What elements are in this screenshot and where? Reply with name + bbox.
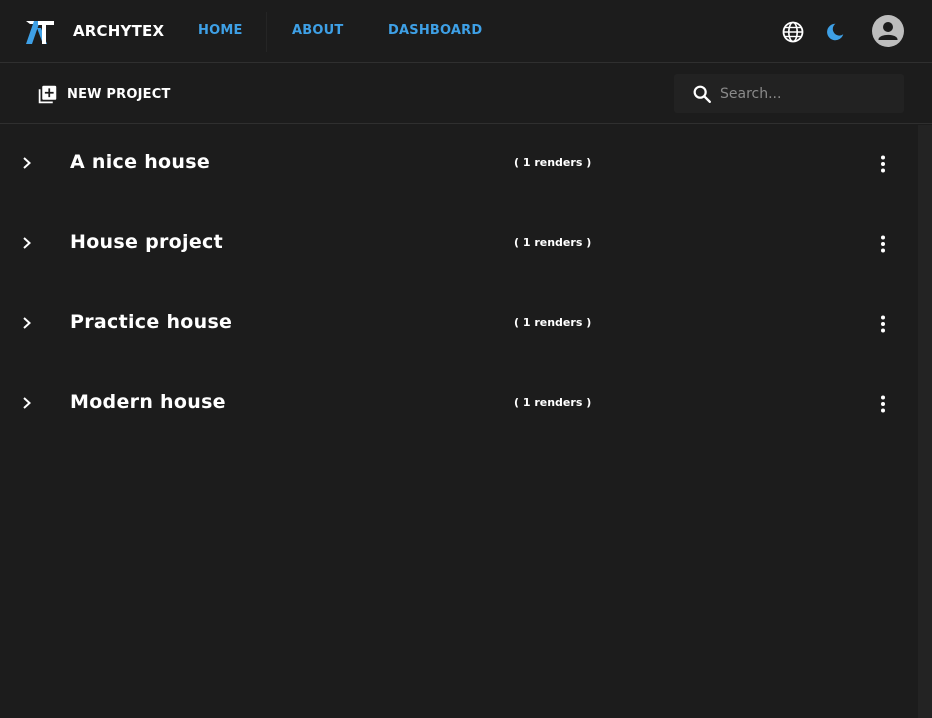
more-vert-icon[interactable] [871,232,895,256]
globe-icon [782,21,804,43]
scrollbar-track[interactable] [918,125,932,718]
search-box[interactable] [674,74,904,113]
more-vert-icon[interactable] [871,392,895,416]
nav-home-link[interactable]: HOME [198,23,243,38]
project-name: Practice house [70,311,233,333]
render-count: ( 1 renders ) [514,396,592,409]
brand-name[interactable]: ARCHYTEX [73,22,164,40]
account-icon [872,15,904,47]
account-button[interactable] [871,14,905,48]
project-name: Modern house [70,391,226,413]
nav-dashboard-link[interactable]: DASHBOARD [388,23,482,38]
search-input[interactable] [720,74,898,113]
moon-icon [827,23,844,41]
more-vert-icon[interactable] [871,152,895,176]
render-count: ( 1 renders ) [514,316,592,329]
new-project-label: NEW PROJECT [67,86,171,102]
more-vert-icon[interactable] [871,312,895,336]
new-project-button[interactable]: NEW PROJECT [37,82,171,106]
chevron-right-icon[interactable] [19,235,35,251]
language-button[interactable] [780,19,806,45]
chevron-right-icon[interactable] [19,395,35,411]
theme-toggle-button[interactable] [822,19,848,45]
project-row[interactable]: Practice house ( 1 renders ) [0,285,918,365]
project-name: House project [70,231,223,253]
project-list: A nice house ( 1 renders ) House project… [0,125,918,718]
project-row[interactable]: House project ( 1 renders ) [0,205,918,285]
top-navbar: ARCHYTEX HOME ABOUT DASHBOARD [0,0,932,63]
project-row[interactable]: A nice house ( 1 renders ) [0,125,918,205]
project-toolbar: NEW PROJECT [0,64,932,124]
add-box-icon [38,85,57,103]
nav-about-link[interactable]: ABOUT [292,23,343,38]
archytex-logo[interactable] [24,17,56,45]
project-row[interactable]: Modern house ( 1 renders ) [0,365,918,445]
render-count: ( 1 renders ) [514,156,592,169]
render-count: ( 1 renders ) [514,236,592,249]
project-name: A nice house [70,151,211,173]
chevron-right-icon[interactable] [19,155,35,171]
nav-divider [266,12,267,52]
search-icon [693,85,711,103]
chevron-right-icon[interactable] [19,315,35,331]
